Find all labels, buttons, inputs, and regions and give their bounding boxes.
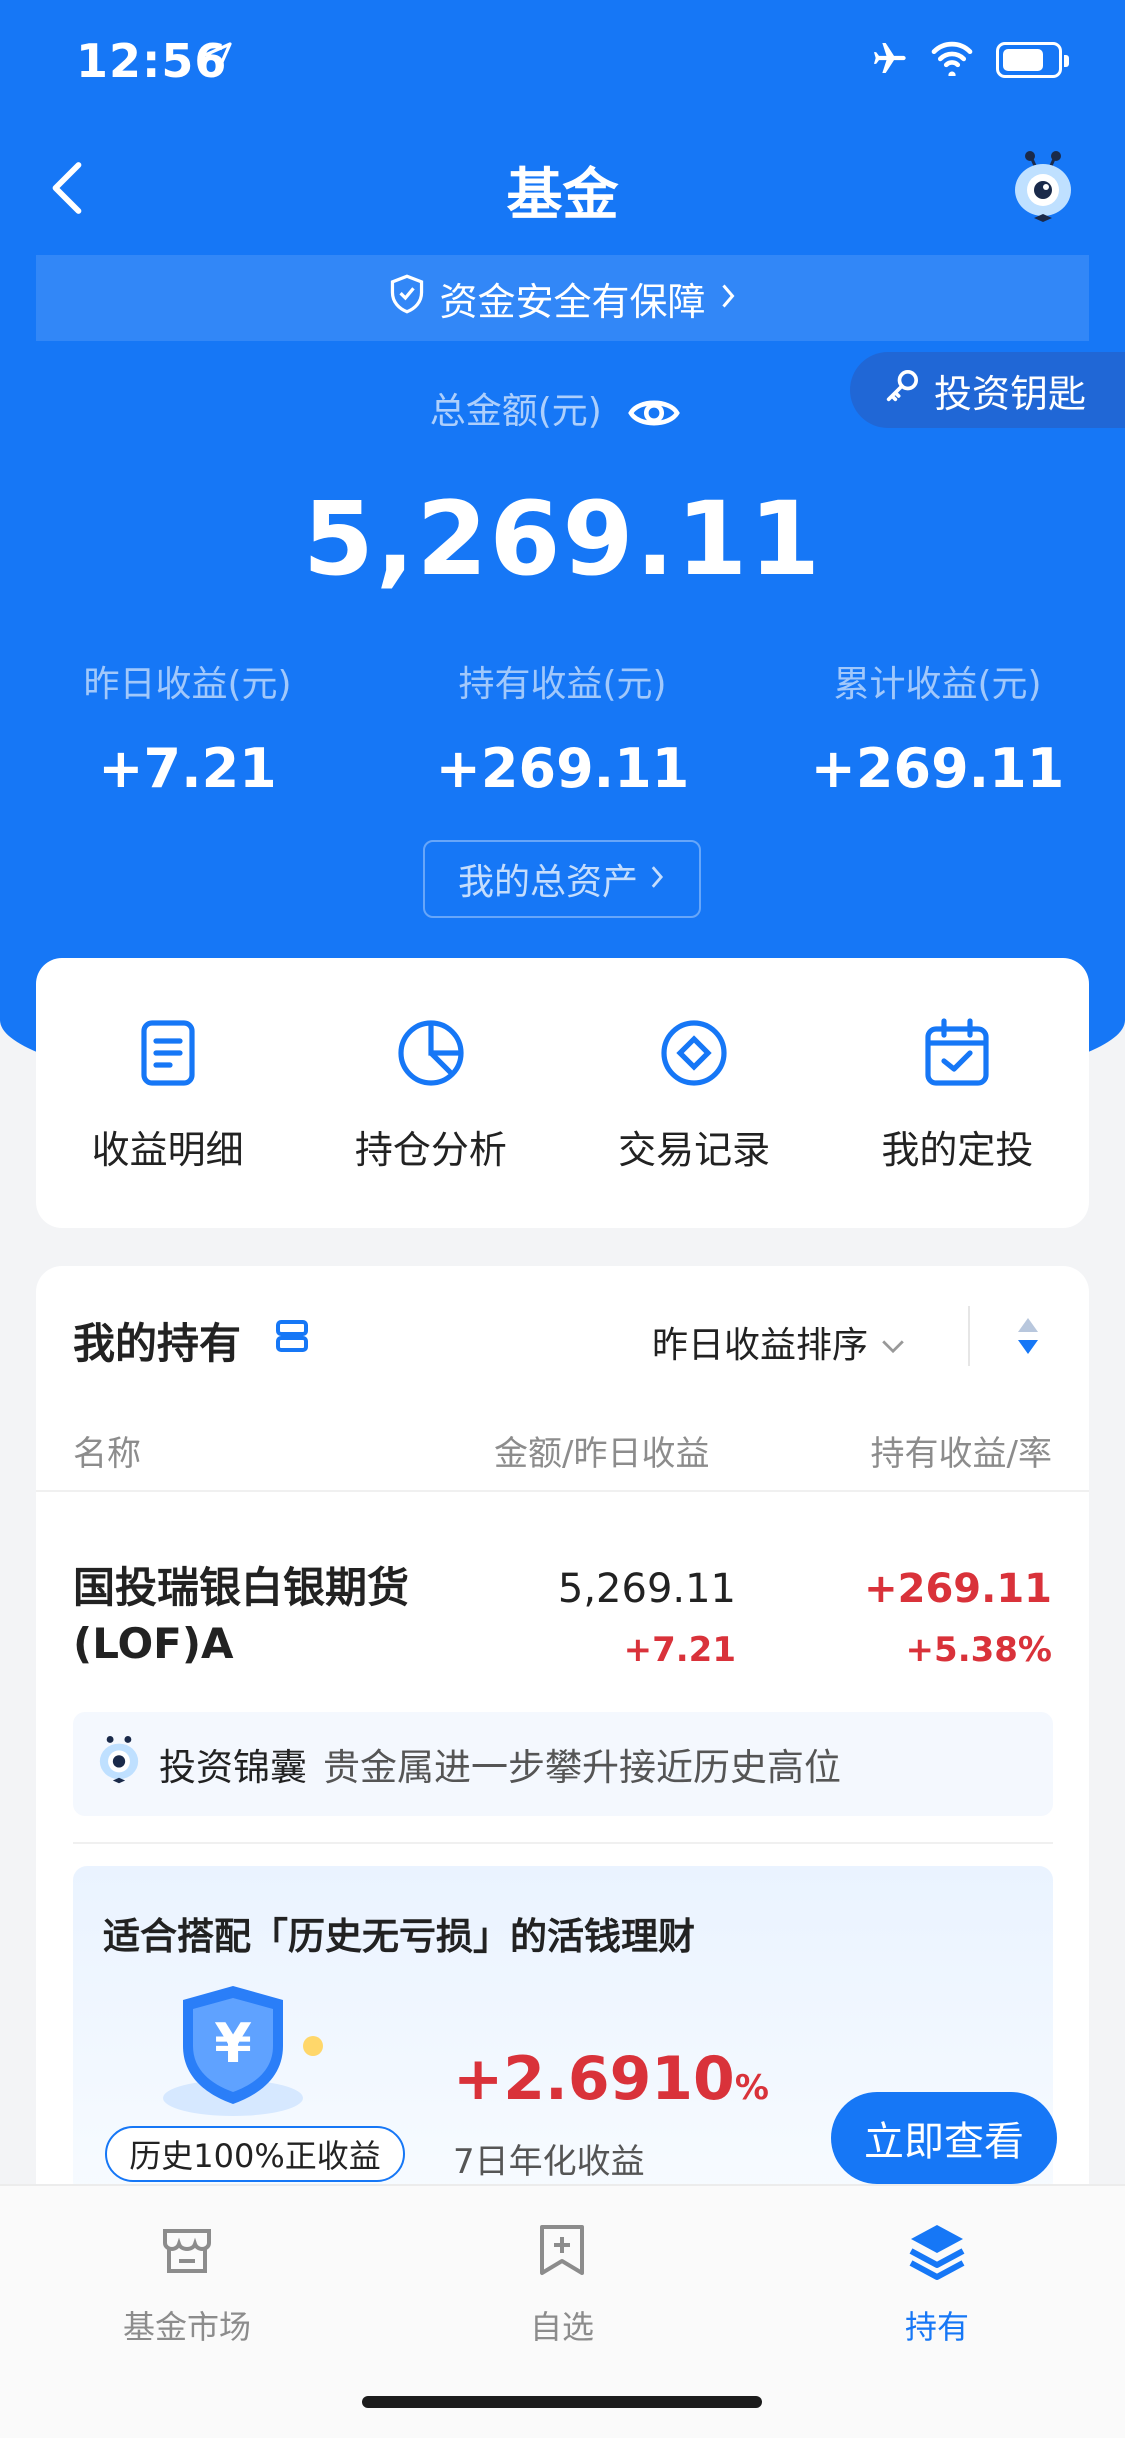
safety-banner[interactable]: 资金安全有保障 [36,255,1089,341]
stat-label: 昨日收益(元) [83,664,292,705]
promo-badge: 历史100%正收益 [105,2126,405,2182]
page-title: 基金 [506,163,619,228]
svg-text:¥: ¥ [214,2012,252,2075]
wifi-icon [930,40,974,80]
list-view-icon[interactable] [272,1316,312,1360]
quick-action-label: 我的定投 [881,1127,1034,1172]
eye-visibility-icon[interactable] [627,391,681,432]
stat-label: 累计收益(元) [833,664,1042,705]
banner-text: 资金安全有保障 [439,279,706,324]
tab-holdings[interactable]: 持有 [827,2214,1047,2348]
stat-yesterday: 昨日收益(元) +7.21 [0,655,375,800]
tab-fund-market[interactable]: 基金市场 [77,2214,297,2348]
storefront-icon [77,2214,297,2288]
tip-tag: 投资锦囊 [159,1746,307,1789]
fund-yesterday-profit: +7.21 [623,1630,736,1670]
stat-label: 持有收益(元) [458,664,667,705]
promo-rate-unit: % [734,2068,769,2108]
divider [968,1306,970,1366]
column-header-name: 名称 [73,1434,141,1474]
sort-dropdown[interactable]: 昨日收益排序 [652,1316,907,1368]
mascot-assistant-icon[interactable] [1008,150,1078,230]
home-indicator[interactable] [362,2396,762,2408]
battery-icon [996,42,1069,78]
promo-rate: +2.6910% [453,2044,769,2114]
tab-label: 持有 [904,2308,969,2346]
total-label-text: 总金额(元) [429,391,602,432]
airplane-icon [866,38,912,82]
divider [36,1490,1089,1492]
stat-value: +269.11 [810,737,1065,800]
location-arrow-icon [202,40,234,76]
column-header-amount: 金额/昨日收益 [494,1434,710,1474]
quick-action-income-details[interactable]: 收益明细 [53,1013,283,1174]
quick-actions-card: 收益明细 持仓分析 交易记录 我的定投 [36,958,1089,1228]
sort-order-icon[interactable] [1014,1314,1042,1362]
quick-action-label: 收益明细 [91,1127,244,1172]
investment-tip-bar[interactable]: 投资锦囊 贵金属进一步攀升接近历史高位 [73,1712,1053,1816]
quick-action-position-analysis[interactable]: 持仓分析 [316,1013,546,1174]
quick-action-auto-invest[interactable]: 我的定投 [842,1013,1072,1174]
pie-chart-icon [316,1013,546,1093]
chevron-right-icon [648,859,666,900]
promo-title: 适合搭配「历史无亏损」的活钱理财 [103,1915,695,1958]
compass-icon [579,1013,809,1093]
holdings-card: 我的持有 昨日收益排序 名称 金额/昨日收益 持有收益/率 国投瑞银白银期货(L… [36,1266,1089,2266]
tab-label: 自选 [529,2308,594,2346]
fund-amount: 5,269.11 [557,1566,736,1612]
stat-value: +269.11 [435,737,690,800]
add-square-icon [452,2214,672,2288]
view-now-button[interactable]: 立即查看 [831,2092,1057,2184]
stat-value: +7.21 [98,737,277,800]
holdings-title: 我的持有 [73,1319,242,1368]
stat-cumulative: 累计收益(元) +269.11 [750,655,1125,800]
column-header-profit: 持有收益/率 [870,1434,1052,1474]
shield-check-icon [387,273,427,324]
mascot-icon [95,1734,143,1795]
tip-text: 贵金属进一步攀升接近历史高位 [323,1746,841,1789]
tab-label: 基金市场 [122,2308,251,2346]
total-amount-value: 5,269.11 [302,480,823,599]
fund-holding-rate: +5.38% [905,1630,1052,1670]
promo-card[interactable]: 适合搭配「历史无亏损」的活钱理财 ¥ 历史100%正收益 +2.6910% 7日… [73,1866,1057,2196]
quick-action-label: 持仓分析 [354,1127,507,1172]
promo-rate-value: +2.6910 [453,2044,735,2114]
calendar-check-icon [842,1013,1072,1093]
sort-label: 昨日收益排序 [652,1325,869,1366]
chevron-right-icon [718,276,738,320]
my-total-assets-button[interactable]: 我的总资产 [423,840,701,918]
quick-action-label: 交易记录 [618,1127,771,1172]
fund-name: 国投瑞银白银期货(LOF)A [73,1563,410,1668]
document-icon [53,1013,283,1093]
fund-holding-profit: +269.11 [864,1566,1052,1612]
status-bar: 12:56 [0,0,1125,120]
layers-icon [827,2214,1047,2288]
quick-action-transactions[interactable]: 交易记录 [579,1013,809,1174]
promo-rate-label: 7日年化收益 [453,2142,645,2182]
stat-holding: 持有收益(元) +269.11 [375,655,750,800]
assets-button-label: 我的总资产 [457,862,638,903]
total-amount-label: 总金额(元) [0,382,1125,434]
tab-watchlist[interactable]: 自选 [452,2214,672,2348]
chevron-down-icon [879,1325,907,1366]
divider [73,1842,1053,1844]
yuan-shield-icon: ¥ [163,1976,353,2130]
